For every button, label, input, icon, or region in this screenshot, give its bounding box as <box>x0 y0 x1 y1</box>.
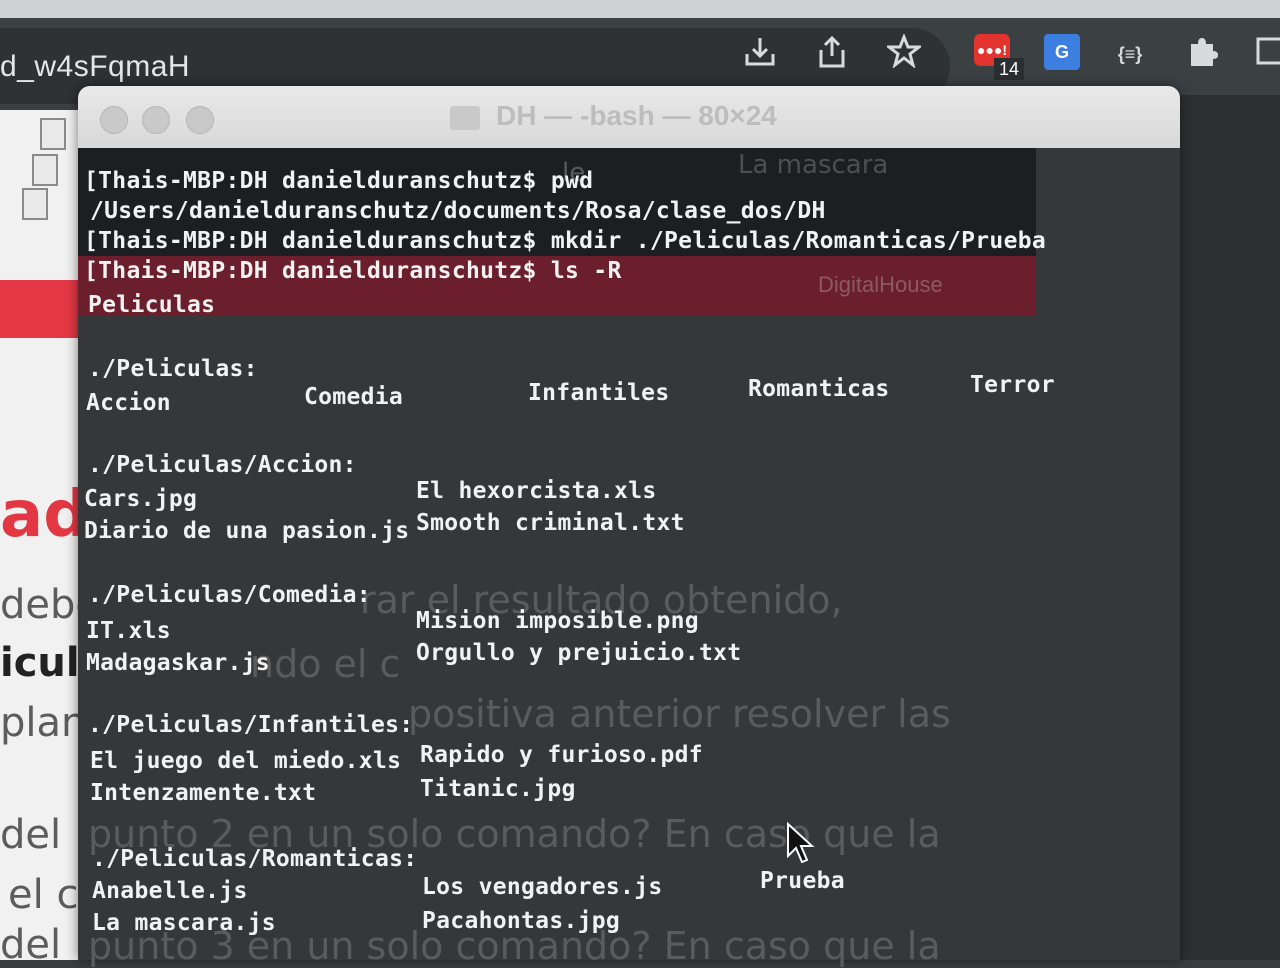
dir-header: ./Peliculas: <box>88 356 258 382</box>
terminal-line: [Thais-MBP:DH danielduranschutz$ mkdir .… <box>84 228 1047 254</box>
dir-header: ./Peliculas/Comedia: <box>88 582 371 608</box>
slide-line: el c <box>8 872 79 918</box>
dir-item: Romanticas <box>748 376 890 402</box>
slide-line: icul <box>0 640 80 686</box>
close-button[interactable] <box>100 106 128 134</box>
document-icon <box>40 118 66 150</box>
folder-icon <box>450 106 480 130</box>
overlay-line: positiva anterior resolver las <box>408 692 951 736</box>
zoom-button[interactable] <box>186 106 214 134</box>
slide-line: plan <box>0 700 87 746</box>
file-item: Madagaskar.js <box>86 650 270 676</box>
file-item: Cars.jpg <box>84 486 198 512</box>
document-icon <box>32 154 58 186</box>
terminal-line: [Thais-MBP:DH danielduranschutz$ ls -R <box>84 258 622 284</box>
address-bar-text[interactable]: d_w4sFqmaH <box>0 50 190 84</box>
document-icon <box>22 188 48 220</box>
file-item: Prueba <box>760 868 845 894</box>
file-item: El hexorcista.xls <box>416 478 657 504</box>
translate-icon[interactable]: G <box>1044 34 1080 70</box>
slide-line: del <box>0 922 62 968</box>
dir-item: Accion <box>86 390 171 416</box>
terminal-line: /Users/danielduranschutz/documents/Rosa/… <box>90 198 826 224</box>
overlay-line: ndo el c <box>250 642 401 686</box>
dir-header: ./Peliculas/Accion: <box>88 452 357 478</box>
file-item: Smooth criminal.txt <box>416 510 685 536</box>
file-item: Diario de una pasion.js <box>84 518 410 544</box>
file-item: La mascara.js <box>92 910 276 936</box>
terminal-title: DH — -bash — 80×24 <box>496 100 777 131</box>
file-item: IT.xls <box>86 618 171 644</box>
file-item: Anabelle.js <box>92 878 248 904</box>
file-item: Intenzamente.txt <box>90 780 317 806</box>
file-item: Mision imposible.png <box>416 608 699 634</box>
terminal-title-bar[interactable]: DH — -bash — 80×24 <box>78 86 1180 148</box>
share-icon[interactable] <box>812 34 852 74</box>
window-icon[interactable] <box>1250 34 1280 74</box>
file-item: Rapido y furioso.pdf <box>420 742 703 768</box>
file-item: El juego del miedo.xls <box>90 748 402 774</box>
file-item: Los vengadores.js <box>422 874 663 900</box>
json-viewer-icon[interactable]: {≡} <box>1110 34 1150 74</box>
puzzle-icon[interactable] <box>1182 34 1222 74</box>
terminal-window[interactable]: DH — -bash — 80×24 le La mascara Digital… <box>78 86 1180 968</box>
file-item: Pacahontas.jpg <box>422 908 621 934</box>
star-icon[interactable] <box>884 32 924 74</box>
minimize-button[interactable] <box>142 106 170 134</box>
download-icon[interactable] <box>740 34 780 74</box>
slide-line: del <box>0 812 62 858</box>
dir-item: Infantiles <box>528 380 670 406</box>
mouse-pointer-icon <box>786 821 816 864</box>
dir-header: ./Peliculas/Infantiles: <box>88 712 414 738</box>
right-dark-panel <box>1180 95 1280 960</box>
terminal-line: Peliculas <box>88 292 216 318</box>
terminal-line: [Thais-MBP:DH danielduranschutz$ pwd <box>84 168 594 194</box>
file-item: Titanic.jpg <box>420 776 576 802</box>
ghost-logo: DigitalHouse <box>818 272 943 297</box>
dir-header: ./Peliculas/Romanticas: <box>92 846 418 872</box>
dir-item: Comedia <box>304 384 404 410</box>
extension-badge: 14 <box>994 58 1024 80</box>
file-item: Orgullo y prejuicio.txt <box>416 640 742 666</box>
ghost-text: La mascara <box>738 150 889 180</box>
dir-item: Terror <box>970 372 1055 398</box>
